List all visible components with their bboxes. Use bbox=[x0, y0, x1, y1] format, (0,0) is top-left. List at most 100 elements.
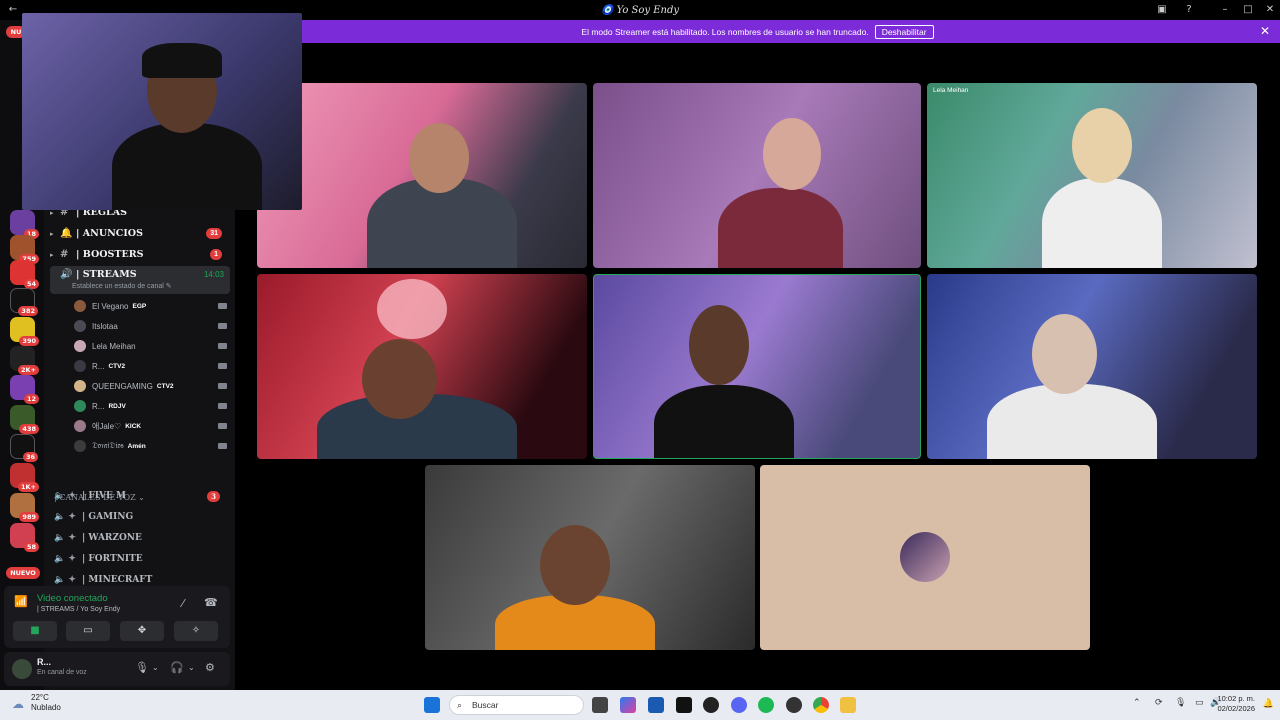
copilot-icon[interactable] bbox=[620, 697, 636, 713]
disconnect-icon[interactable]: ☎ bbox=[204, 596, 218, 609]
file-explorer-icon[interactable] bbox=[840, 697, 856, 713]
discord-icon[interactable] bbox=[731, 697, 747, 713]
app-icon[interactable] bbox=[786, 697, 802, 713]
avatar bbox=[74, 380, 86, 392]
notification-icon[interactable]: 🔔 bbox=[1263, 699, 1274, 709]
channel-anuncios[interactable]: ▸ 🔔 | ANUNCIOS 31 bbox=[50, 223, 230, 243]
member-tag: EGP bbox=[132, 302, 147, 310]
display-icon[interactable]: ▭ bbox=[1195, 698, 1204, 708]
disable-streamer-button[interactable]: Deshabilitar bbox=[874, 24, 934, 39]
voice-member[interactable]: R... RDJV bbox=[74, 397, 229, 415]
user-name[interactable]: R... bbox=[37, 657, 51, 667]
avatar bbox=[74, 400, 86, 412]
unread-badge: 31 bbox=[206, 227, 222, 239]
server-icon[interactable]: 18 bbox=[10, 210, 39, 239]
camera-icon bbox=[218, 443, 227, 449]
task-view-icon[interactable] bbox=[592, 697, 608, 713]
windows-start-icon[interactable] bbox=[424, 697, 440, 713]
avatar[interactable] bbox=[12, 659, 32, 679]
server-icon[interactable]: 54 bbox=[10, 260, 39, 289]
microphone-icon[interactable]: 🎙 bbox=[1175, 698, 1186, 708]
avatar bbox=[74, 300, 86, 312]
help-icon[interactable]: ? bbox=[1182, 3, 1196, 17]
video-tile[interactable] bbox=[425, 465, 755, 650]
voice-member[interactable]: 𝔇𝔬𝔪𝔦𝔇𝔦𝔬𝔰 Amén bbox=[74, 437, 229, 455]
voice-channel[interactable]: 🔈 ✦ | GAMING bbox=[54, 507, 224, 527]
voice-member[interactable]: 애Jale♡ KICK bbox=[74, 417, 229, 435]
chrome-icon[interactable] bbox=[813, 697, 829, 713]
close-banner-icon[interactable]: ✕ bbox=[1260, 24, 1270, 38]
member-tag: Amén bbox=[127, 442, 146, 450]
terminal-icon[interactable] bbox=[676, 697, 692, 713]
bell-icon: 🔔 bbox=[60, 227, 73, 239]
member-tag: RDJV bbox=[108, 402, 126, 410]
server-icon[interactable]: 438 bbox=[10, 405, 39, 434]
voice-channel[interactable]: 🔈 ✦ | FORTNITE bbox=[54, 549, 224, 569]
video-tile-speaking[interactable] bbox=[593, 274, 921, 459]
picture-in-picture-video[interactable] bbox=[22, 13, 302, 210]
windows-taskbar: ☁ 22°C Nublado ⌕ Buscar ⌃ ⟳ 🎙 ▭ 🔊 10:02 … bbox=[0, 690, 1280, 720]
voice-channel-label: | GAMING bbox=[82, 512, 134, 522]
maximize-button[interactable]: □ bbox=[1241, 3, 1255, 17]
chevron-down-icon[interactable]: ⌄ bbox=[152, 663, 159, 672]
weather-widget[interactable]: 22°C Nublado bbox=[31, 693, 61, 713]
video-tile-no-camera[interactable] bbox=[760, 465, 1090, 650]
server-icon[interactable]: 2K+ bbox=[10, 346, 39, 375]
speaker-icon: 🔈 ✦ bbox=[54, 533, 76, 543]
channel-streams[interactable]: 🔊 | STREAMS 14:03 Establece un estado de… bbox=[50, 266, 230, 294]
taskbar-clock[interactable]: 10:02 p. m. 02/02/2026 bbox=[1217, 694, 1255, 714]
app-icon[interactable] bbox=[703, 697, 719, 713]
video-tile[interactable] bbox=[927, 274, 1257, 459]
video-tile[interactable] bbox=[257, 274, 587, 459]
spotify-icon[interactable] bbox=[758, 697, 774, 713]
server-icon[interactable]: 12 bbox=[10, 375, 39, 404]
user-panel: R... En canal de voz 🎙 ⌄ 🎧 ⌄ ⚙ bbox=[4, 652, 230, 686]
soundboard-button[interactable]: ✧ bbox=[174, 621, 218, 641]
chevron-up-icon[interactable]: ⌃ bbox=[1133, 698, 1141, 708]
server-icon[interactable]: 390 bbox=[10, 317, 39, 346]
voice-location[interactable]: | STREAMS / Yo Soy Endy bbox=[37, 606, 120, 613]
voice-member[interactable]: QUEENGAMING CTV2 bbox=[74, 377, 229, 395]
screen-share-button[interactable]: ▭ bbox=[66, 621, 110, 641]
close-window-button[interactable]: ✕ bbox=[1263, 3, 1277, 17]
voice-channel[interactable]: 🔈 ✦ | WARZONE bbox=[54, 528, 224, 548]
voice-channel-label: | FIVE M bbox=[82, 491, 126, 501]
video-tile[interactable] bbox=[257, 83, 587, 268]
voice-channel-label: | MINECRAFT bbox=[82, 575, 153, 585]
minimize-button[interactable]: – bbox=[1218, 3, 1232, 17]
voice-channel[interactable]: 🔈 ✦ | FIVE M 3 bbox=[54, 486, 224, 506]
server-new-badge[interactable]: NUEVO bbox=[6, 567, 40, 579]
channel-label: | STREAMS bbox=[76, 269, 137, 280]
voice-member[interactable]: El Vegano EGP bbox=[74, 297, 229, 315]
channel-boosters[interactable]: ▸ # | BOOSTERS 1 bbox=[50, 244, 230, 264]
server-icon[interactable]: 1K+ bbox=[10, 463, 39, 492]
server-icon[interactable]: 36 bbox=[10, 434, 38, 462]
chevron-down-icon[interactable]: ⌄ bbox=[188, 663, 195, 672]
server-icon[interactable]: 58 bbox=[10, 523, 39, 552]
voice-member[interactable]: Lela Meihan bbox=[74, 337, 229, 355]
noise-suppression-icon[interactable]: ⁄ bbox=[182, 597, 184, 610]
microphone-icon[interactable]: 🎙 bbox=[135, 661, 149, 674]
server-icon[interactable]: 759 bbox=[10, 235, 39, 264]
camera-icon bbox=[218, 403, 227, 409]
sync-icon[interactable]: ⟳ bbox=[1155, 698, 1163, 708]
store-icon[interactable] bbox=[648, 697, 664, 713]
camera-icon bbox=[218, 303, 227, 309]
voice-member[interactable]: R... CTV2 bbox=[74, 357, 229, 375]
signal-icon: 📶 bbox=[14, 595, 28, 608]
video-tile[interactable] bbox=[593, 83, 921, 268]
activities-button[interactable]: ✥ bbox=[120, 621, 164, 641]
gear-icon[interactable]: ⚙ bbox=[205, 661, 215, 674]
server-icon[interactable]: 989 bbox=[10, 493, 39, 522]
taskbar-search[interactable]: ⌕ Buscar bbox=[449, 695, 584, 715]
channel-status[interactable]: Establece un estado de canal ✎ bbox=[72, 282, 172, 290]
caret-icon: ▸ bbox=[50, 228, 54, 238]
voice-member[interactable]: Itslotaa bbox=[74, 317, 229, 335]
video-tile[interactable]: Lela Meihan bbox=[927, 83, 1257, 268]
headphones-icon[interactable]: 🎧 bbox=[170, 661, 184, 674]
avatar bbox=[74, 440, 86, 452]
camera-button[interactable]: ■ bbox=[13, 621, 57, 641]
member-tag: KICK bbox=[125, 422, 142, 430]
server-icon[interactable]: 382 bbox=[10, 288, 38, 316]
inbox-icon[interactable]: ▣ bbox=[1155, 3, 1169, 17]
